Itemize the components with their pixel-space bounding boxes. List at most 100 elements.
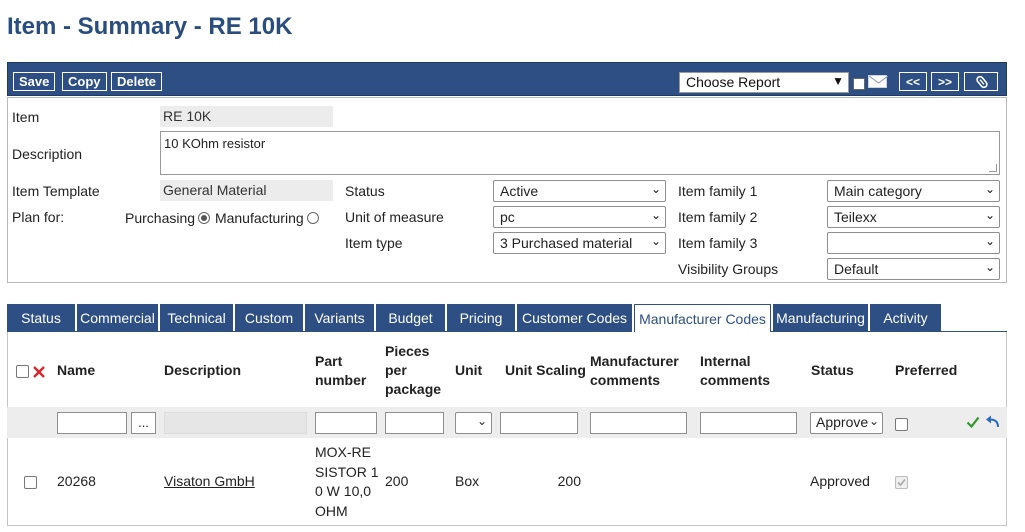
status-select-value: Active bbox=[500, 183, 539, 199]
report-email-checkbox[interactable] bbox=[853, 78, 865, 90]
next-record-button[interactable]: >> bbox=[931, 72, 959, 91]
header-int-comments-line: comments bbox=[700, 372, 771, 388]
chevron-down-icon: ⌄ bbox=[650, 234, 661, 248]
row-name: 20268 bbox=[57, 473, 96, 489]
new-unit-select[interactable]: ⌄ bbox=[455, 412, 492, 434]
header-unit-scaling[interactable]: Unit Scaling bbox=[505, 361, 586, 380]
row-unit: Box bbox=[455, 473, 480, 489]
header-part-number[interactable]: Part number bbox=[315, 352, 366, 390]
item-family-2-label: Item family 2 bbox=[678, 209, 758, 225]
purchasing-radio[interactable] bbox=[198, 212, 211, 224]
new-description-field bbox=[164, 412, 307, 434]
header-part-number-line: number bbox=[315, 372, 367, 388]
checkmark-icon bbox=[897, 478, 906, 487]
chevron-down-icon: ⌄ bbox=[984, 260, 995, 274]
item-family-1-select[interactable]: Main category ⌄ bbox=[827, 180, 1000, 202]
header-description[interactable]: Description bbox=[164, 361, 241, 380]
item-family-3-label: Item family 3 bbox=[678, 235, 758, 251]
item-family-1-label: Item family 1 bbox=[678, 183, 758, 199]
row-part-number-line: OHM bbox=[315, 502, 348, 519]
new-unit-scaling-input[interactable] bbox=[500, 412, 578, 434]
paperclip-icon bbox=[976, 75, 988, 89]
item-template-label: Item Template bbox=[12, 183, 100, 199]
uom-select-value: pc bbox=[500, 209, 515, 225]
tab-commercial[interactable]: Commercial bbox=[77, 304, 158, 332]
header-part-number-line: Part bbox=[315, 353, 343, 369]
row-part-number-line: MOX-RE bbox=[315, 444, 371, 460]
chevron-down-icon: ⌄ bbox=[984, 182, 995, 196]
header-name[interactable]: Name bbox=[57, 361, 95, 380]
choose-report-select[interactable]: Choose Report ▼ bbox=[679, 72, 849, 93]
item-type-select[interactable]: 3 Purchased material ⌄ bbox=[493, 232, 666, 254]
page-title: Item - Summary - RE 10K bbox=[7, 13, 293, 40]
new-manufacturer-comments-input[interactable] bbox=[590, 412, 687, 434]
chevron-down-icon: ⌄ bbox=[650, 208, 661, 222]
row-preferred-checkbox bbox=[895, 476, 908, 489]
item-family-1-value: Main category bbox=[834, 183, 922, 199]
item-family-2-select[interactable]: Teilexx ⌄ bbox=[827, 206, 1000, 228]
tab-status[interactable]: Status bbox=[7, 304, 75, 332]
row-pieces: 200 bbox=[385, 473, 409, 489]
browse-name-button[interactable]: ... bbox=[131, 412, 156, 434]
select-all-checkbox[interactable] bbox=[16, 365, 29, 378]
chevron-down-icon: ⌄ bbox=[984, 234, 995, 248]
item-family-2-value: Teilexx bbox=[834, 209, 877, 225]
confirm-check-icon[interactable] bbox=[966, 415, 980, 429]
header-unit[interactable]: Unit bbox=[455, 361, 482, 380]
header-preferred[interactable]: Preferred bbox=[895, 361, 957, 380]
header-pieces-line: package bbox=[385, 381, 442, 397]
new-status-select[interactable]: Approve ⌄ bbox=[810, 412, 883, 434]
tab-budget[interactable]: Budget bbox=[376, 304, 445, 332]
chevron-down-icon: ▼ bbox=[832, 74, 844, 88]
tab-technical[interactable]: Technical bbox=[160, 304, 233, 332]
row-status: Approved bbox=[810, 473, 870, 489]
mail-icon[interactable] bbox=[868, 75, 888, 88]
item-label: Item bbox=[12, 109, 40, 125]
uom-label: Unit of measure bbox=[345, 209, 444, 225]
description-label: Description bbox=[12, 146, 83, 162]
new-pieces-input[interactable] bbox=[385, 412, 444, 434]
tab-manufacturing[interactable]: Manufacturing bbox=[773, 304, 868, 332]
row-part-number: MOX-RE SISTOR 1 0 W 10,0 OHM bbox=[315, 443, 379, 521]
previous-record-button[interactable]: << bbox=[899, 72, 927, 91]
row-part-number-line: 0 W 10,0 bbox=[315, 483, 372, 499]
visibility-groups-value: Default bbox=[834, 261, 879, 277]
row-description-link[interactable]: Visaton GmbH bbox=[164, 472, 255, 492]
description-textarea[interactable]: 10 KOhm resistor bbox=[160, 131, 1000, 175]
uom-select[interactable]: pc ⌄ bbox=[493, 206, 666, 228]
header-pieces-line: per bbox=[385, 362, 407, 378]
tab-manufacturer-codes[interactable]: Manufacturer Codes bbox=[634, 304, 771, 332]
chevron-down-icon: ⌄ bbox=[650, 182, 661, 196]
undo-icon[interactable] bbox=[985, 415, 1000, 429]
row-unit-scaling: 200 bbox=[557, 473, 581, 489]
attachment-button[interactable] bbox=[964, 72, 998, 91]
row-select-checkbox[interactable] bbox=[24, 476, 37, 489]
copy-button[interactable]: Copy bbox=[62, 72, 107, 91]
status-select[interactable]: Active ⌄ bbox=[493, 180, 666, 202]
header-pieces-per-package[interactable]: Pieces per package bbox=[385, 342, 441, 399]
tab-pricing[interactable]: Pricing bbox=[447, 304, 515, 332]
new-preferred-checkbox[interactable] bbox=[895, 418, 908, 431]
manufacturer-link[interactable]: Visaton GmbH bbox=[164, 473, 255, 489]
manufacturing-radio[interactable] bbox=[306, 212, 319, 224]
header-manufacturer-comments[interactable]: Manufacturer comments bbox=[590, 352, 679, 390]
plan-for-label: Plan for: bbox=[12, 209, 65, 225]
tab-variants[interactable]: Variants bbox=[305, 304, 374, 332]
header-internal-comments[interactable]: Internal comments bbox=[700, 352, 770, 390]
save-button[interactable]: Save bbox=[13, 72, 56, 91]
delete-x-icon[interactable] bbox=[32, 365, 46, 379]
item-type-label: Item type bbox=[345, 235, 403, 251]
header-status[interactable]: Status bbox=[811, 361, 854, 380]
new-name-input[interactable] bbox=[57, 412, 127, 434]
tab-custom[interactable]: Custom bbox=[235, 304, 303, 332]
item-family-3-select[interactable]: ⌄ bbox=[827, 232, 1000, 254]
delete-button[interactable]: Delete bbox=[111, 72, 163, 91]
resize-grip-icon[interactable] bbox=[989, 164, 997, 172]
plan-for-options: Purchasing Manufacturing bbox=[125, 210, 319, 226]
new-part-number-input[interactable] bbox=[315, 412, 377, 434]
visibility-groups-select[interactable]: Default ⌄ bbox=[827, 258, 1000, 280]
tab-customer-codes[interactable]: Customer Codes bbox=[517, 304, 632, 332]
new-internal-comments-input[interactable] bbox=[700, 412, 797, 434]
description-text: 10 KOhm resistor bbox=[164, 136, 266, 151]
tab-activity[interactable]: Activity bbox=[870, 304, 941, 332]
